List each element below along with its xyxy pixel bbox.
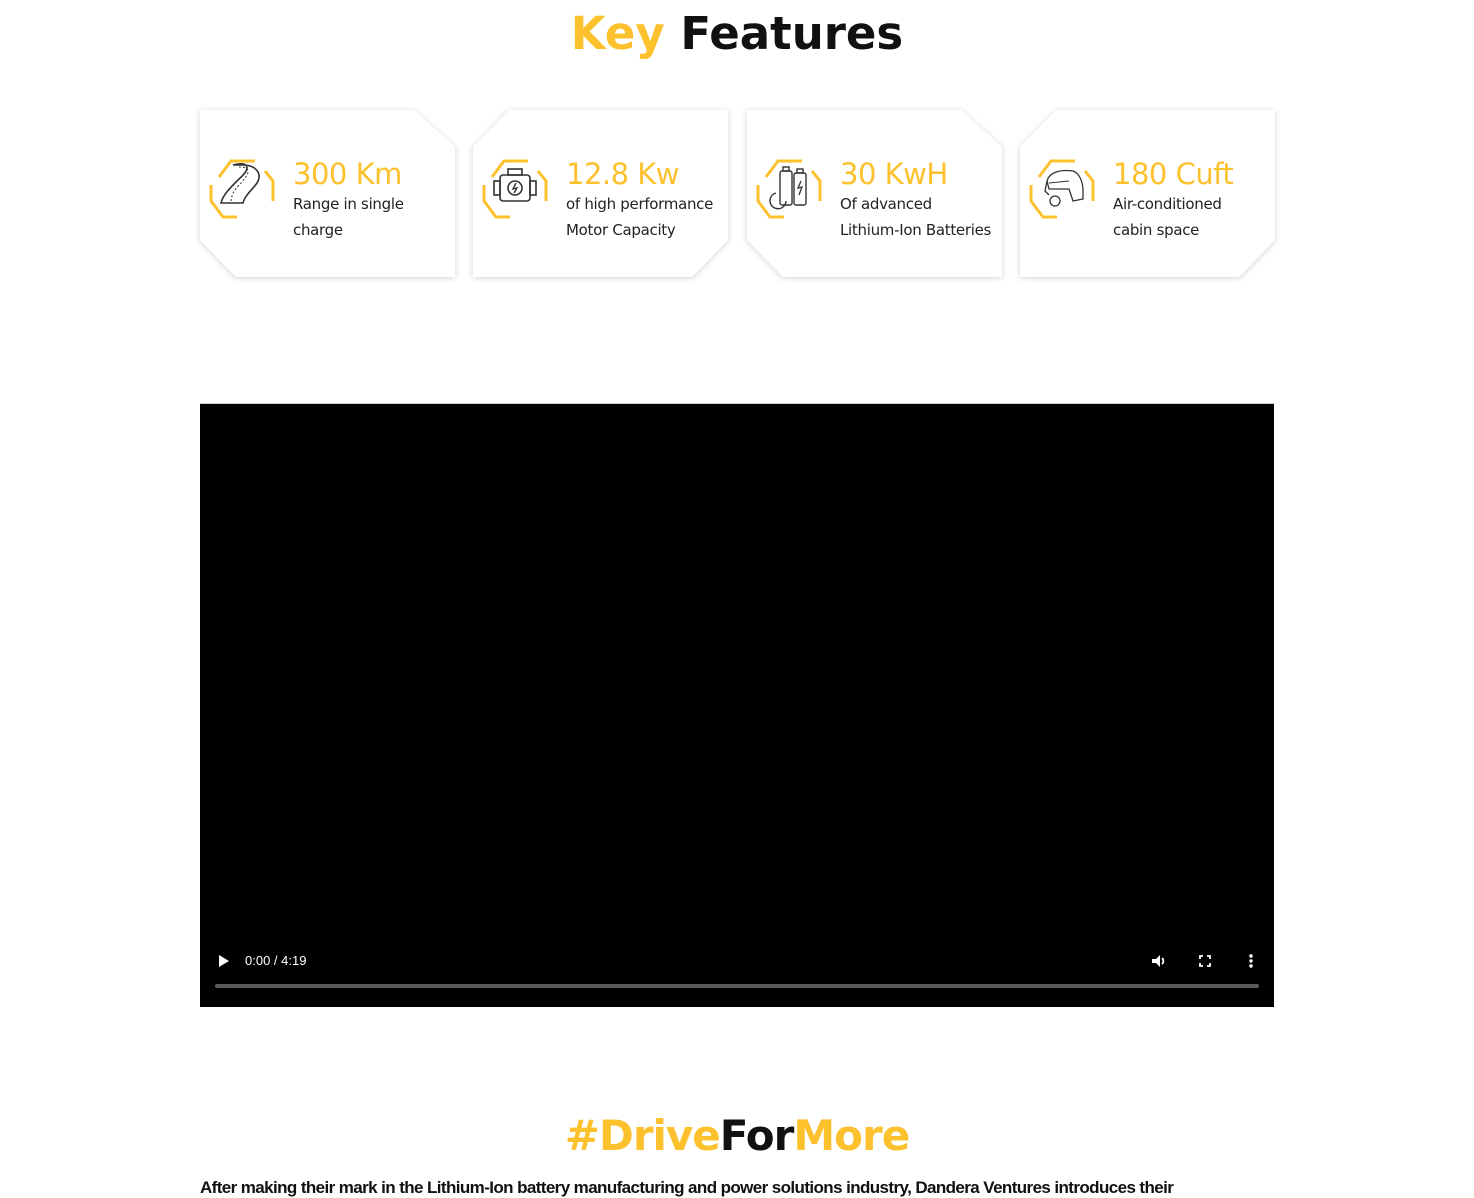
feature-desc-line: Of advanced <box>840 195 932 213</box>
heading-rest: Features <box>680 7 904 60</box>
feature-cards: 300 Km Range in single charge 12.8 Kw of… <box>200 110 1275 277</box>
intro-paragraph: After making their mark in the Lithium-I… <box>200 1178 1174 1197</box>
video-player[interactable]: 0:00 / 4:19 <box>200 403 1274 1007</box>
auto-rickshaw-icon <box>1029 155 1095 221</box>
more-options-icon[interactable] <box>1246 952 1256 970</box>
feature-value: 300 Km <box>293 157 402 191</box>
engine-icon <box>482 155 548 221</box>
hashtag-part: More <box>793 1111 910 1160</box>
feature-description: Range in single charge <box>293 191 453 243</box>
key-features-heading: Key Features <box>0 6 1474 62</box>
winding-road-icon <box>209 155 275 221</box>
feature-desc-line: Lithium-Ion Batteries <box>840 221 992 239</box>
volume-icon[interactable] <box>1150 952 1168 970</box>
feature-value: 12.8 Kw <box>566 157 680 191</box>
feature-description: Of advanced Lithium-Ion Batteries <box>840 191 1002 243</box>
video-progress-bar[interactable] <box>215 984 1259 988</box>
fullscreen-icon[interactable] <box>1197 953 1213 969</box>
feature-card: 300 Km Range in single charge <box>200 110 455 277</box>
feature-desc-line: Air-conditioned <box>1113 195 1222 213</box>
feature-value: 180 Cuft <box>1113 157 1234 191</box>
play-icon[interactable] <box>216 952 232 970</box>
hashtag-part: For <box>719 1111 795 1160</box>
feature-value: 30 KwH <box>840 157 948 191</box>
drive-for-more-heading: #DriveForMore <box>0 1108 1474 1164</box>
feature-card: 30 KwH Of advanced Lithium-Ion Batteries <box>747 110 1002 277</box>
feature-desc-line: Range in single <box>293 195 404 213</box>
feature-desc-line: of high performance <box>566 195 714 213</box>
feature-description: Air-conditioned cabin space <box>1113 191 1273 243</box>
feature-desc-line: Motor Capacity <box>566 221 676 239</box>
hashtag-part: #Drive <box>564 1111 721 1160</box>
feature-card: 12.8 Kw of high performance Motor Capaci… <box>473 110 728 277</box>
feature-description: of high performance Motor Capacity <box>566 191 726 243</box>
feature-card: 180 Cuft Air-conditioned cabin space <box>1020 110 1275 277</box>
battery-icon <box>756 155 822 221</box>
feature-desc-line: charge <box>293 221 343 239</box>
video-time-display: 0:00 / 4:19 <box>245 953 307 968</box>
feature-desc-line: cabin space <box>1113 221 1200 239</box>
heading-highlight: Key <box>570 7 665 60</box>
